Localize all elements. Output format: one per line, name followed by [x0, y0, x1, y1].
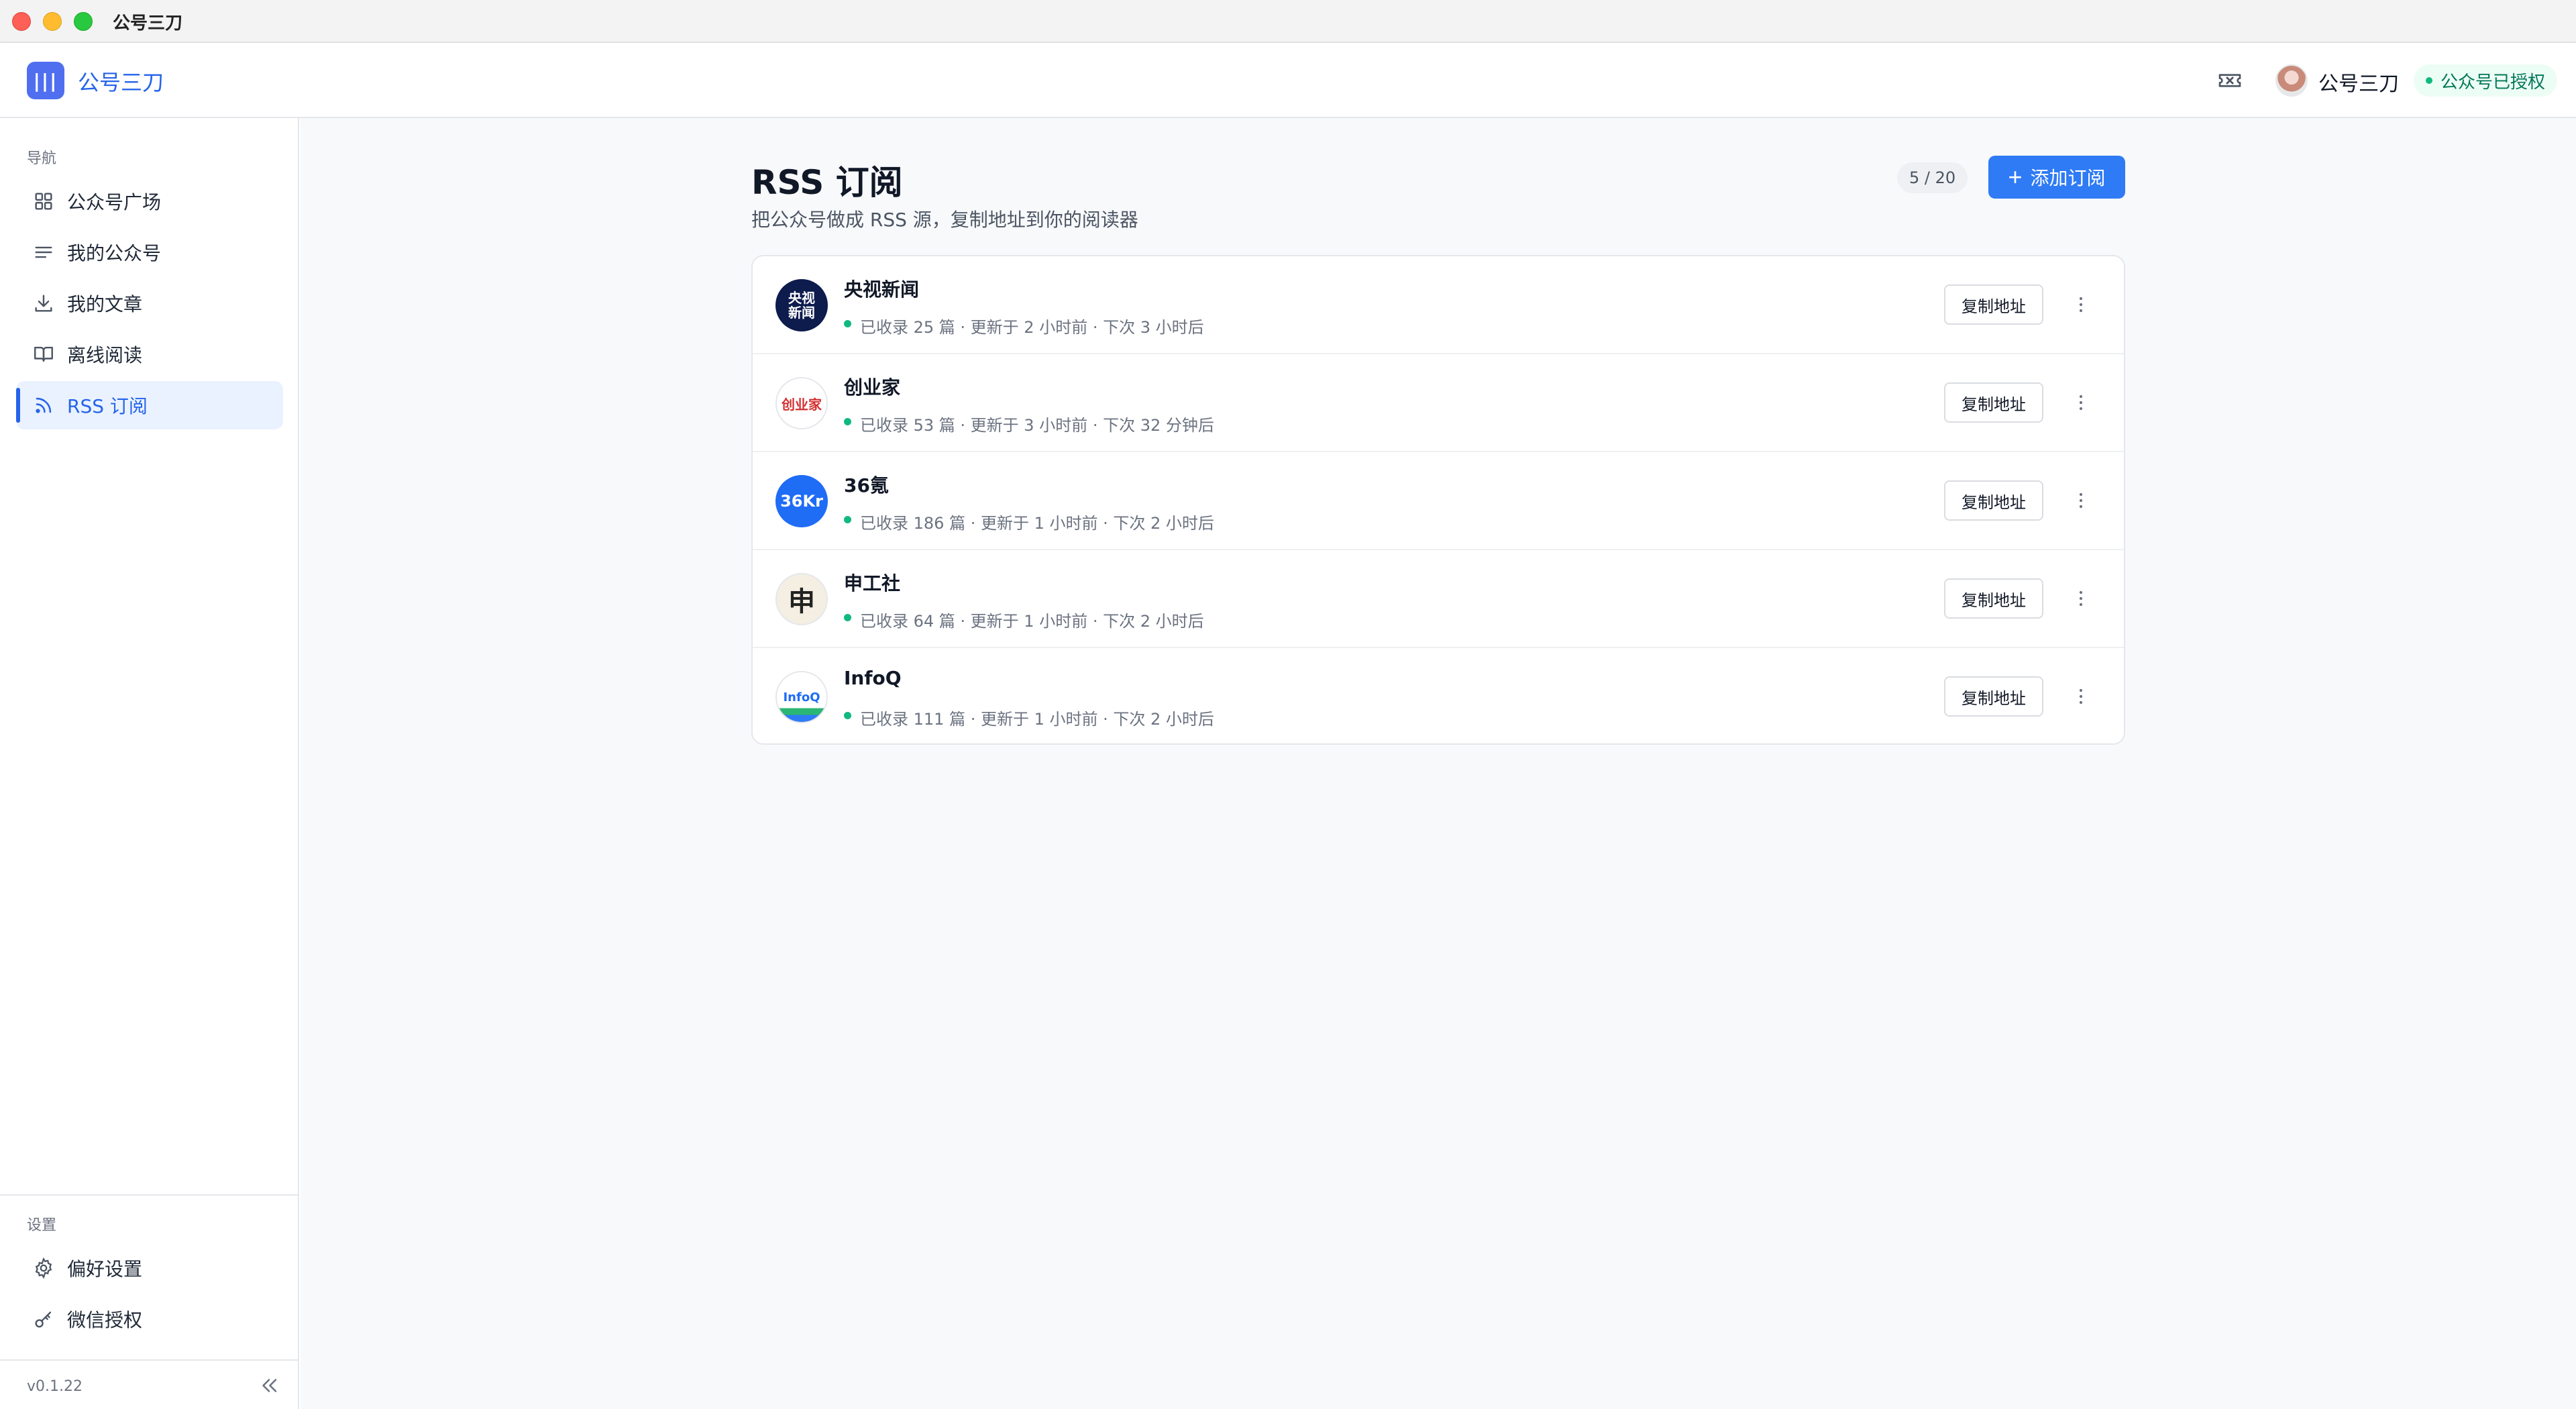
download-icon — [32, 292, 55, 315]
app-header: ||| 公号三刀 公号三刀 公众号已授权 — [0, 43, 2576, 118]
sidebar-item-label: 离线阅读 — [67, 344, 143, 366]
plus-icon: + — [2008, 163, 2023, 191]
list-item: 36Kr 36氪 已收录 186 篇 · 更新于 1 小时前 · 下次 2 小时… — [753, 452, 2124, 550]
account-meta: 已收录 25 篇 · 更新于 2 小时前 · 下次 3 小时后 — [844, 314, 1204, 337]
list-item: InfoQ InfoQ 已收录 111 篇 · 更新于 1 小时前 · 下次 2… — [753, 648, 2124, 743]
sidebar-item-my-accounts[interactable]: 我的公众号 — [16, 228, 283, 276]
copy-url-button[interactable]: 复制地址 — [1944, 284, 2043, 325]
copy-url-button[interactable]: 复制地址 — [1944, 578, 2043, 619]
copy-url-button[interactable]: 复制地址 — [1944, 480, 2043, 521]
account-name: 央视新闻 — [844, 278, 920, 301]
copy-url-button[interactable]: 复制地址 — [1944, 382, 2043, 423]
account-meta: 已收录 64 篇 · 更新于 1 小时前 · 下次 2 小时后 — [844, 608, 1204, 631]
account-name: InfoQ — [844, 667, 902, 689]
sidebar-item-label: 我的文章 — [67, 293, 143, 315]
list-item: 央视新闻 央视新闻 已收录 25 篇 · 更新于 2 小时前 · 下次 3 小时… — [753, 256, 2124, 354]
ticket-icon[interactable] — [2216, 67, 2243, 94]
more-vertical-icon[interactable] — [2069, 586, 2093, 611]
main-content: RSS 订阅 把公众号做成 RSS 源，复制地址到你的阅读器 5 / 20 + … — [301, 118, 2576, 1409]
subscription-list: 央视新闻 央视新闻 已收录 25 篇 · 更新于 2 小时前 · 下次 3 小时… — [751, 255, 2125, 745]
sidebar-item-preferences[interactable]: 偏好设置 — [16, 1244, 283, 1292]
minimize-window-button[interactable] — [43, 12, 62, 31]
sidebar-item-label: RSS 订阅 — [67, 395, 148, 417]
list-lines-icon — [32, 241, 55, 264]
account-name: 申工社 — [844, 572, 901, 594]
sidebar-item-rss[interactable]: RSS 订阅 — [16, 381, 283, 429]
list-item: 创业家 创业家 已收录 53 篇 · 更新于 3 小时前 · 下次 32 分钟后… — [753, 354, 2124, 452]
account-name: 36氪 — [844, 474, 889, 497]
user-avatar[interactable] — [2275, 64, 2308, 97]
gear-icon — [32, 1257, 55, 1280]
nav-section-label: 导航 — [27, 150, 57, 167]
sidebar-item-label: 公众号广场 — [67, 191, 162, 213]
account-avatar: 申 — [775, 573, 828, 625]
account-meta: 已收录 111 篇 · 更新于 1 小时前 · 下次 2 小时后 — [844, 706, 1214, 729]
page-subtitle: 把公众号做成 RSS 源，复制地址到你的阅读器 — [751, 209, 1138, 231]
book-icon — [32, 343, 55, 366]
auth-status-badge: 公众号已授权 — [2414, 64, 2558, 97]
more-vertical-icon[interactable] — [2069, 390, 2093, 415]
more-vertical-icon[interactable] — [2069, 488, 2093, 513]
version-label: v0.1.22 — [27, 1378, 83, 1395]
avatar-label: 央视新闻 — [788, 290, 815, 321]
subscription-quota-badge: 5 / 20 — [1897, 162, 1968, 193]
avatar-label: 申 — [788, 586, 815, 617]
sidebar-item-label: 偏好设置 — [67, 1258, 143, 1280]
sidebar-divider — [0, 1194, 299, 1196]
collapse-sidebar-icon[interactable] — [258, 1374, 280, 1397]
add-subscription-button[interactable]: + 添加订阅 — [1988, 156, 2125, 199]
avatar-label: 创业家 — [782, 396, 822, 413]
add-subscription-label: 添加订阅 — [2030, 168, 2106, 189]
copy-url-button[interactable]: 复制地址 — [1944, 676, 2043, 717]
sidebar-item-label: 我的公众号 — [67, 242, 162, 264]
close-window-button[interactable] — [12, 12, 31, 31]
window-title: 公号三刀 — [113, 13, 183, 34]
sidebar-item-plaza[interactable]: 公众号广场 — [16, 177, 283, 225]
avatar-label: InfoQ — [783, 690, 820, 704]
page-title: RSS 订阅 — [751, 163, 903, 202]
account-meta: 已收录 53 篇 · 更新于 3 小时前 · 下次 32 分钟后 — [844, 412, 1214, 435]
settings-section-label: 设置 — [27, 1217, 57, 1234]
account-name: 创业家 — [844, 376, 901, 399]
app-name: 公号三刀 — [78, 70, 164, 95]
zoom-window-button[interactable] — [74, 12, 93, 31]
sidebar-item-wechat-auth[interactable]: 微信授权 — [16, 1295, 283, 1343]
account-avatar: InfoQ — [775, 671, 828, 723]
sidebar-item-label: 微信授权 — [67, 1309, 143, 1331]
account-meta: 已收录 186 篇 · 更新于 1 小时前 · 下次 2 小时后 — [844, 510, 1214, 533]
rss-icon — [32, 394, 55, 417]
avatar-label: 36Kr — [780, 492, 823, 511]
list-item: 申 申工社 已收录 64 篇 · 更新于 1 小时前 · 下次 2 小时后 复制… — [753, 550, 2124, 648]
app-logo: ||| — [27, 62, 64, 99]
more-vertical-icon[interactable] — [2069, 293, 2093, 317]
sidebar-divider — [0, 1359, 299, 1361]
key-icon — [32, 1308, 55, 1330]
grid-icon — [32, 190, 55, 213]
account-avatar: 36Kr — [775, 475, 828, 527]
more-vertical-icon[interactable] — [2069, 684, 2093, 709]
window-titlebar: 公号三刀 — [0, 0, 2576, 43]
user-name[interactable]: 公号三刀 — [2318, 67, 2399, 97]
sidebar: 导航 公众号广场 我的公众号 我的文章 离线阅读 RSS 订阅 设置 偏好设置 … — [0, 118, 299, 1409]
sidebar-item-my-articles[interactable]: 我的文章 — [16, 279, 283, 327]
sidebar-item-offline-reading[interactable]: 离线阅读 — [16, 330, 283, 378]
account-avatar: 创业家 — [775, 377, 828, 429]
account-avatar: 央视新闻 — [775, 279, 828, 331]
